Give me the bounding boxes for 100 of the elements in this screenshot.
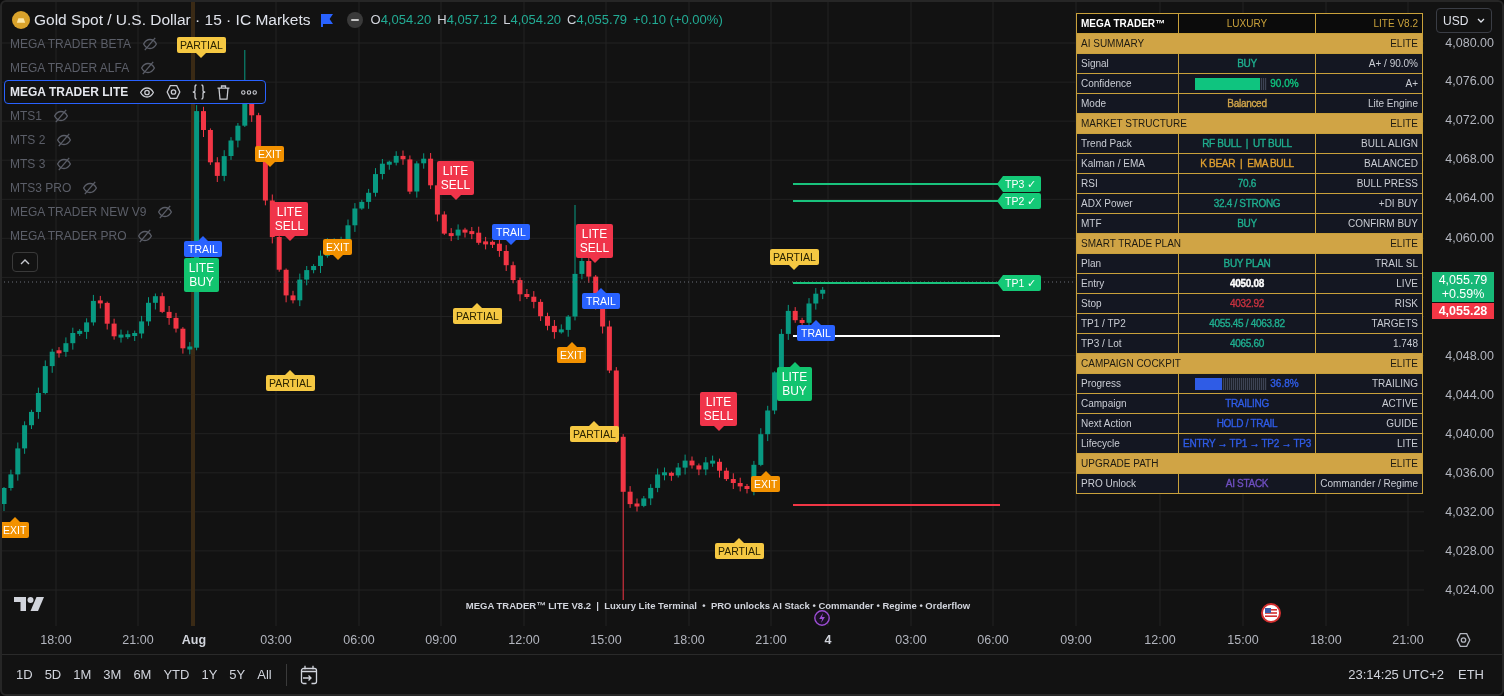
- table-cell: 70.6: [1179, 174, 1315, 193]
- falling-candle: [56, 347, 62, 358]
- meter-value: 36.8%: [1270, 377, 1299, 391]
- ohlc-key: O: [370, 10, 381, 30]
- table-cell: Plan: [1077, 254, 1178, 273]
- table-cell: 32.4 / STRONG: [1179, 194, 1315, 213]
- more-icon[interactable]: [241, 89, 258, 95]
- table-cell: Stop: [1077, 294, 1178, 313]
- range-button[interactable]: 3M: [97, 660, 128, 689]
- table-cell: Commander / Regime: [1316, 474, 1422, 493]
- price-change: +0.10 (+0.00%): [633, 11, 723, 30]
- sell-signal: LITE SELL: [700, 392, 737, 431]
- banner-text: MEGA TRADER™ LITE V8.2 | Luxury Lite Terminal • PRO unlocks AI Stack • Commander • Regime • Orderflow: [465, 600, 971, 612]
- range-button[interactable]: 5Y: [223, 660, 252, 689]
- minus-icon[interactable]: [346, 12, 363, 28]
- eye-off-icon[interactable]: [56, 133, 73, 147]
- table-cell: Next Action: [1077, 414, 1178, 433]
- range-button[interactable]: 5D: [38, 660, 68, 689]
- table-cell: BUY: [1179, 214, 1315, 233]
- eye-icon[interactable]: [139, 86, 156, 98]
- time-label: 21:00: [755, 632, 787, 648]
- table-cell: 4050.08: [1179, 274, 1315, 293]
- section-title: AI SUMMARY: [1081, 37, 1145, 51]
- table-cell: GUIDE: [1316, 414, 1422, 433]
- table-cell: TARGETS: [1316, 314, 1422, 333]
- table-cell: BULL ALIGN: [1316, 134, 1422, 153]
- table-cell: CONFIRM BUY: [1316, 214, 1422, 233]
- time-label: 4: [824, 632, 832, 648]
- table-cell: ADX Power: [1077, 194, 1178, 213]
- eye-off-icon[interactable]: [56, 157, 73, 171]
- section-tag: ELITE: [1390, 236, 1418, 251]
- table-cell: LIVE: [1316, 274, 1422, 293]
- collapse-button[interactable]: [12, 252, 38, 272]
- price-label: 4,040.00: [1445, 426, 1494, 442]
- table-cell: Lite Engine: [1316, 94, 1422, 113]
- eye-off-icon[interactable]: [82, 181, 99, 195]
- logo-icon[interactable]: [14, 597, 44, 611]
- table-cell: Trend Pack: [1077, 134, 1178, 153]
- price-label: 4,064.00: [1445, 190, 1494, 206]
- table-cell: RISK: [1316, 294, 1422, 313]
- table-cell: MTF: [1077, 214, 1178, 233]
- time-label: 15:00: [590, 632, 622, 648]
- lightning-icon[interactable]: [814, 610, 830, 626]
- meter-value: 90.0%: [1270, 77, 1299, 91]
- table-cell: BUY: [1179, 54, 1315, 73]
- price-label: 4,028.00: [1445, 543, 1494, 559]
- time-label: 18:00: [673, 632, 705, 648]
- table-cell: RF BULL | UT BULL: [1179, 134, 1315, 153]
- range-button[interactable]: 6M: [127, 660, 158, 689]
- eye-off-icon[interactable]: [137, 229, 154, 243]
- price-label: 4,080.00: [1445, 35, 1494, 51]
- range-button[interactable]: 1Y: [195, 660, 224, 689]
- table-cell: Entry: [1077, 274, 1178, 293]
- table-cell: ACTIVE: [1316, 394, 1422, 413]
- table-cell: Lifecycle: [1077, 434, 1178, 453]
- price-label: 4,068.00: [1445, 151, 1494, 167]
- time-label: 09:00: [425, 632, 457, 648]
- table-cell: PRO Unlock: [1077, 474, 1178, 493]
- eye-off-icon[interactable]: [140, 61, 157, 75]
- price-label: 4,048.00: [1445, 348, 1494, 364]
- time-label: 18:00: [1310, 632, 1342, 648]
- trash-icon[interactable]: [217, 84, 231, 100]
- code-icon[interactable]: [192, 84, 207, 100]
- price-label: 4,076.00: [1445, 73, 1494, 89]
- session-button[interactable]: ETH: [1454, 660, 1488, 689]
- flag-icon[interactable]: [1261, 603, 1281, 623]
- rising-candle: [455, 224, 461, 240]
- chart-title: Gold Spot / U.S. Dollar · 15 · IC Markets: [34, 10, 311, 31]
- table-cell: BALANCED: [1316, 154, 1422, 173]
- time-label: 12:00: [508, 632, 540, 648]
- indicator-name[interactable]: MEGA TRADER LITE: [10, 83, 129, 101]
- table-cell: +DI BUY: [1316, 194, 1422, 213]
- indicator-row[interactable]: MEGA TRADER LITE: [4, 80, 267, 104]
- table-cell: ENTRY → TP1 → TP2 → TP3: [1179, 434, 1315, 453]
- chevron-down-icon: [1477, 18, 1485, 23]
- table-cell: 1.748: [1316, 334, 1422, 353]
- table-cell: LITE: [1316, 434, 1422, 453]
- range-button[interactable]: 1M: [67, 660, 98, 689]
- time-label: 03:00: [895, 632, 927, 648]
- table-cell: K BEAR | EMA BULL: [1179, 154, 1315, 173]
- table-cell: Progress: [1077, 374, 1178, 393]
- table-cell: TRAILING: [1316, 374, 1422, 393]
- eye-off-icon[interactable]: [53, 109, 69, 123]
- table-cell: Confidence: [1077, 74, 1178, 93]
- settings-icon[interactable]: [166, 85, 182, 99]
- section-tag: ELITE: [1390, 36, 1418, 51]
- range-button[interactable]: All: [251, 660, 278, 689]
- range-button[interactable]: 1D: [10, 660, 39, 689]
- range-button[interactable]: YTD: [157, 660, 196, 689]
- currency-dropdown[interactable]: USD: [1436, 8, 1492, 33]
- table-cell: TP3 / Lot: [1077, 334, 1178, 353]
- eye-off-icon[interactable]: [157, 205, 174, 219]
- sell-signal: LITE SELL: [437, 161, 474, 200]
- settings-icon[interactable]: [1455, 633, 1471, 647]
- table-cell: AI STACK: [1179, 474, 1315, 493]
- table-cell: Signal: [1077, 54, 1178, 73]
- ohlc-value: 4,057.12: [446, 11, 498, 30]
- calendar-icon[interactable]: [298, 664, 319, 685]
- coin-icon: [12, 11, 30, 29]
- eye-off-icon[interactable]: [141, 37, 158, 51]
